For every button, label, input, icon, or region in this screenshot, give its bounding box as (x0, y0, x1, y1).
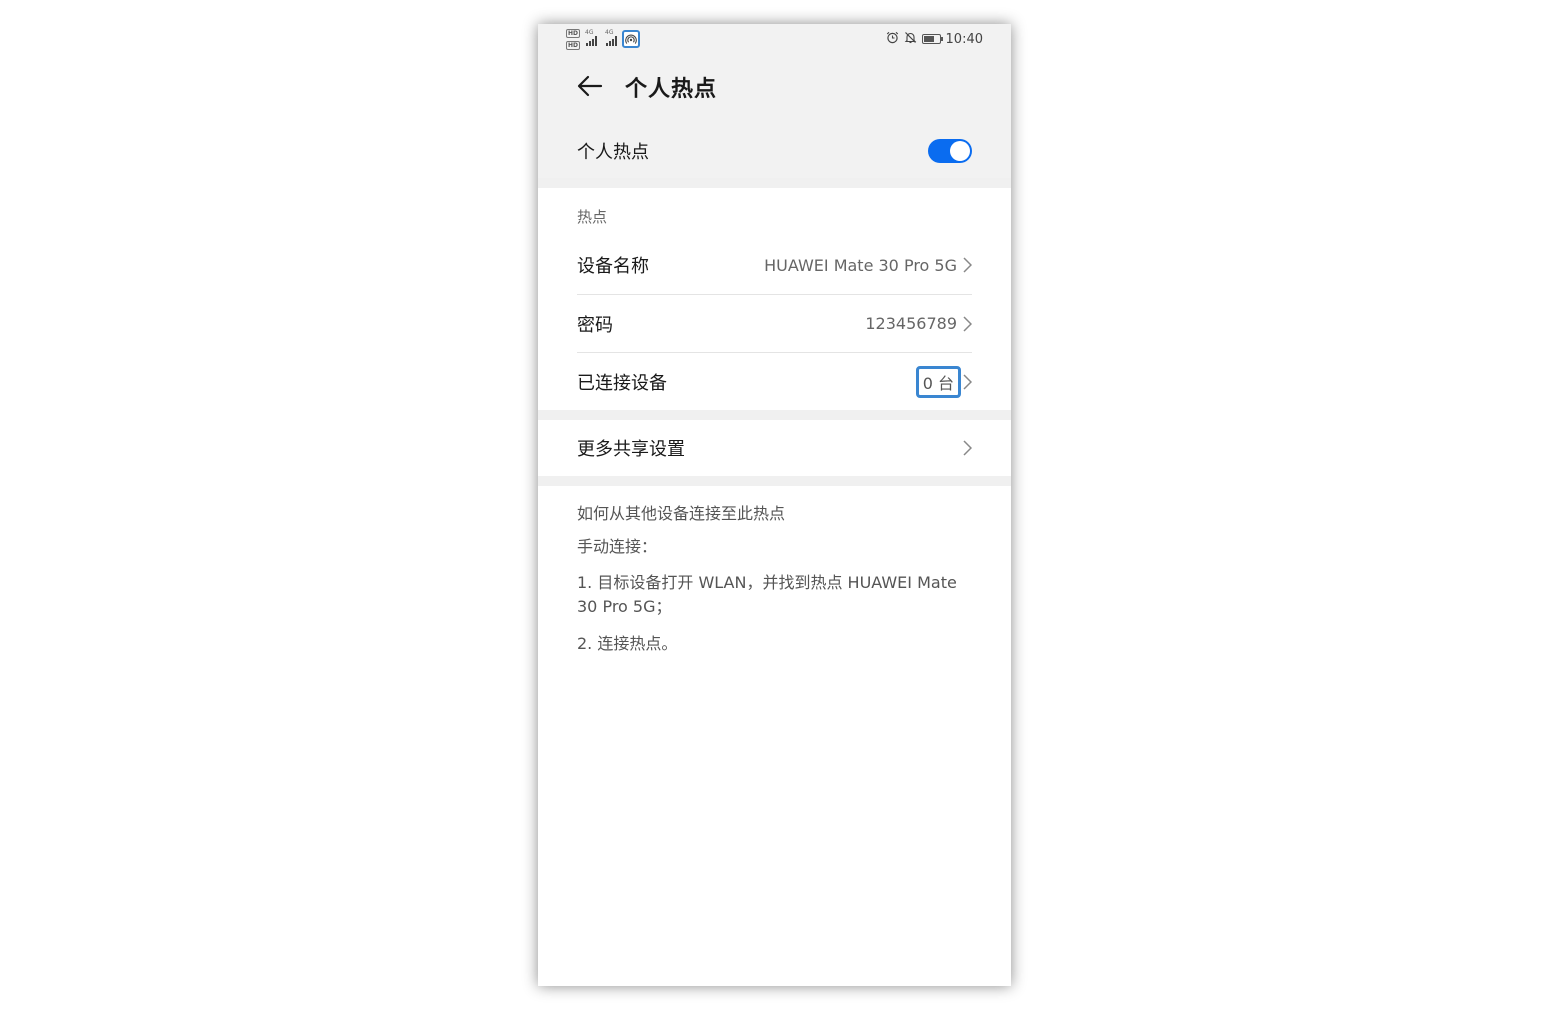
connected-devices-row[interactable]: 已连接设备 0 台 (577, 353, 972, 410)
device-name-row[interactable]: 设备名称 HUAWEI Mate 30 Pro 5G (577, 236, 972, 294)
signal-icon: 4G (605, 29, 618, 46)
chevron-right-icon (963, 257, 972, 273)
help-subtitle: 手动连接： (577, 537, 658, 556)
battery-icon (921, 34, 943, 44)
section-separator (538, 476, 1011, 486)
arrow-left-icon (577, 75, 603, 97)
status-bar-right: 10:40 (886, 29, 983, 49)
signal-type-label: 4G (605, 29, 614, 36)
page-title: 个人热点 (625, 77, 718, 102)
help-card: 如何从其他设备连接至此热点 手动连接： 1. 目标设备打开 WLAN，并找到热点… (538, 486, 1011, 986)
more-sharing-settings-row[interactable]: 更多共享设置 (577, 420, 972, 476)
status-time: 10:40 (945, 31, 983, 47)
connected-devices-value-wrap: 0 台 (915, 365, 972, 398)
help-step-2: 2. 连接热点。 (577, 634, 678, 653)
signal-icon: 4G (585, 29, 598, 46)
mute-icon (904, 31, 917, 48)
more-sharing-settings-label: 更多共享设置 (577, 439, 685, 460)
hotspot-settings-card: 热点 设备名称 HUAWEI Mate 30 Pro 5G 密码 1234567… (538, 188, 1011, 410)
section-separator (538, 178, 1011, 188)
chevron-right-icon (963, 373, 972, 390)
section-separator (538, 410, 1011, 420)
signal-type-label: 4G (585, 29, 594, 36)
status-bar: HD HD 4G 4G 10:40 (538, 24, 1011, 54)
device-name-label: 设备名称 (577, 256, 649, 277)
alarm-icon (886, 31, 899, 48)
hotspot-toggle-row[interactable]: 个人热点 (577, 124, 972, 178)
hd-badges: HD HD (566, 28, 581, 50)
password-row[interactable]: 密码 123456789 (577, 295, 972, 352)
switch-knob (950, 141, 970, 161)
more-settings-card: 更多共享设置 (538, 420, 1011, 476)
phone-screen: HD HD 4G 4G 10:40 个人热点 个人热点 热点 设备名称 HUAW… (538, 24, 1011, 986)
status-bar-left: HD HD 4G 4G (566, 28, 641, 50)
help-step-1: 1. 目标设备打开 WLAN，并找到热点 HUAWEI Mate 30 Pro … (577, 573, 957, 616)
device-name-value-wrap: HUAWEI Mate 30 Pro 5G (764, 256, 972, 275)
page-header: 个人热点 (538, 54, 1011, 124)
help-title: 如何从其他设备连接至此热点 (577, 504, 786, 523)
hotspot-toggle-card: 个人热点 (538, 124, 1011, 178)
section-title: 热点 (577, 208, 608, 226)
hotspot-icon (622, 30, 641, 48)
hotspot-switch[interactable] (928, 139, 972, 163)
connected-devices-label: 已连接设备 (577, 372, 667, 394)
chevron-right-icon (963, 440, 972, 456)
password-label: 密码 (577, 314, 613, 336)
password-value: 123456789 (865, 314, 957, 333)
chevron-right-icon (963, 315, 972, 332)
back-button[interactable] (574, 70, 606, 102)
password-value-wrap: 123456789 (865, 314, 972, 333)
connected-devices-count[interactable]: 0 台 (915, 365, 961, 398)
device-name-value: HUAWEI Mate 30 Pro 5G (764, 255, 957, 275)
hd-badge: HD (566, 28, 581, 38)
hd-badge: HD (566, 40, 581, 50)
hotspot-toggle-label: 个人热点 (577, 142, 649, 163)
